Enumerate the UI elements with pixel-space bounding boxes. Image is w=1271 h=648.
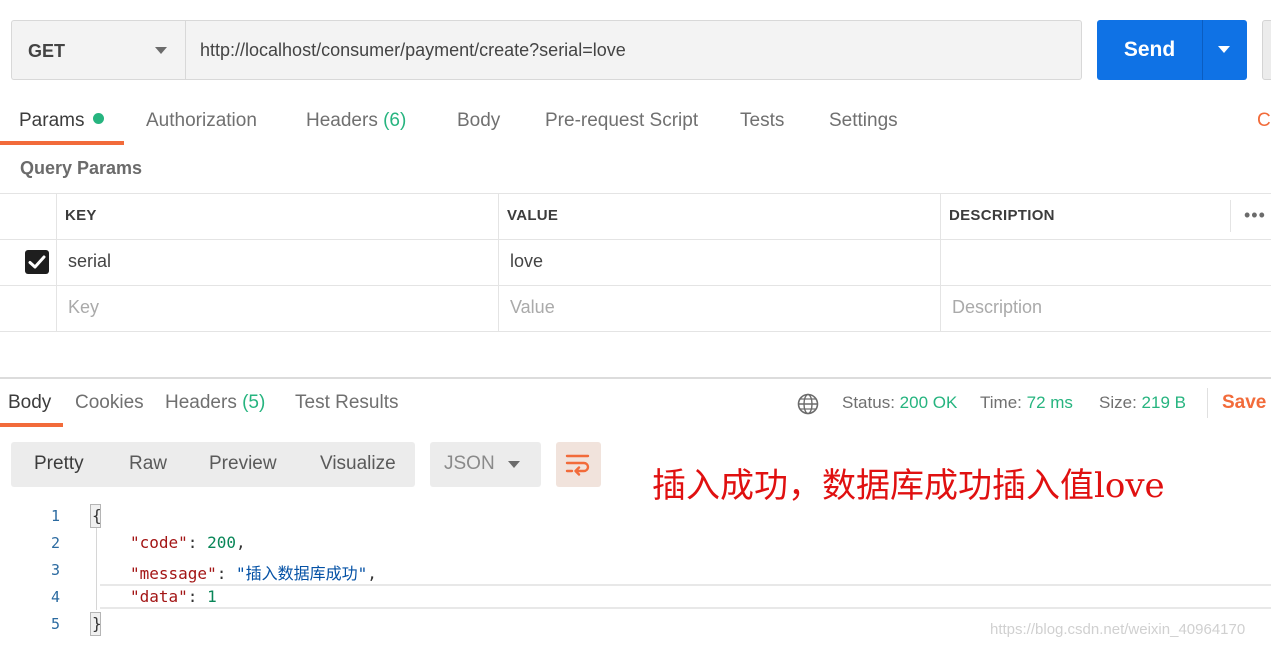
json-number: 1 xyxy=(207,587,217,606)
tab-headers-label: Headers xyxy=(306,110,378,131)
format-visualize[interactable]: Visualize xyxy=(320,453,396,475)
watermark: https://blog.csdn.net/weixin_40964170 xyxy=(990,621,1246,638)
method-select[interactable]: GET xyxy=(11,20,185,80)
code-line: "data": 1 xyxy=(130,587,217,606)
size-value: 219 B xyxy=(1141,393,1186,412)
new-description-input[interactable]: Description xyxy=(952,297,1042,318)
save-button-edge[interactable] xyxy=(1262,20,1271,80)
line-number: 4 xyxy=(50,588,60,606)
response-pane-divider[interactable] xyxy=(0,377,1271,379)
code-line: "code": 200, xyxy=(130,533,246,552)
line-number: 5 xyxy=(50,615,60,633)
time-label: Time: xyxy=(980,393,1022,412)
param-value-cell[interactable]: love xyxy=(510,251,543,272)
response-tab-cookies[interactable]: Cookies xyxy=(75,392,144,414)
line-number: 1 xyxy=(50,507,60,525)
url-text: http://localhost/consumer/payment/create… xyxy=(200,40,626,60)
table-divider xyxy=(0,285,1271,286)
send-options-button[interactable] xyxy=(1202,20,1247,80)
column-divider xyxy=(498,193,499,332)
response-status: Status: 200 OK xyxy=(842,393,957,413)
tab-settings[interactable]: Settings xyxy=(829,110,898,132)
new-value-input[interactable]: Value xyxy=(510,297,555,318)
json-string: "插入数据库成功" xyxy=(235,564,368,583)
annotation-text: 插入成功，数据库成功插入值love xyxy=(652,466,1165,506)
column-header-value: VALUE xyxy=(507,207,559,224)
tab-headers[interactable]: Headers (6) xyxy=(306,110,406,132)
code-line: "message": "插入数据库成功", xyxy=(130,564,377,583)
status-value: 200 OK xyxy=(899,393,958,412)
tab-tests[interactable]: Tests xyxy=(740,110,784,132)
meta-divider xyxy=(1207,388,1208,418)
checkmark-icon xyxy=(28,255,46,269)
format-pretty[interactable]: Pretty xyxy=(34,453,84,475)
column-header-key: KEY xyxy=(65,207,97,224)
tab-authorization[interactable]: Authorization xyxy=(146,110,257,132)
table-divider xyxy=(0,239,1271,240)
column-divider xyxy=(1230,200,1231,232)
send-button[interactable]: Send xyxy=(1097,20,1202,80)
table-divider xyxy=(0,331,1271,332)
column-divider xyxy=(940,193,941,332)
response-tab-headers[interactable]: Headers (5) xyxy=(165,392,265,414)
more-options-icon[interactable]: ••• xyxy=(1244,205,1266,226)
table-border-top xyxy=(0,193,1271,194)
line-number: 3 xyxy=(50,561,60,579)
response-tab-body[interactable]: Body xyxy=(8,392,51,414)
status-label: Status: xyxy=(842,393,895,412)
time-value: 72 ms xyxy=(1026,393,1073,412)
line-number: 2 xyxy=(50,534,60,552)
param-key-cell[interactable]: serial xyxy=(68,251,111,272)
active-tab-indicator xyxy=(0,141,124,145)
query-params-title: Query Params xyxy=(20,158,143,178)
response-time: Time: 72 ms xyxy=(980,393,1073,413)
response-headers-count: (5) xyxy=(242,392,266,413)
response-tab-headers-label: Headers xyxy=(165,392,237,413)
column-header-description: DESCRIPTION xyxy=(949,207,1055,224)
json-key: "message" xyxy=(130,564,217,583)
code-line: { xyxy=(92,506,102,525)
brace-open: { xyxy=(92,506,102,525)
response-tab-test-results[interactable]: Test Results xyxy=(295,392,398,414)
wrap-lines-icon xyxy=(565,454,590,476)
chevron-down-icon xyxy=(155,47,167,54)
code-line: } xyxy=(92,614,102,633)
active-dot-icon xyxy=(93,113,105,124)
url-input[interactable]: http://localhost/consumer/payment/create… xyxy=(185,20,1082,80)
new-key-input[interactable]: Key xyxy=(68,297,99,318)
tab-prerequest-script[interactable]: Pre-request Script xyxy=(545,110,698,132)
column-divider xyxy=(56,193,57,332)
tab-body[interactable]: Body xyxy=(457,110,500,132)
method-label: GET xyxy=(28,41,66,61)
active-response-tab-indicator xyxy=(0,423,63,427)
headers-count: (6) xyxy=(383,110,407,131)
cookies-link[interactable]: Co xyxy=(1257,110,1271,132)
param-enabled-checkbox[interactable] xyxy=(25,250,49,274)
json-key: "code" xyxy=(130,533,188,552)
save-response-button[interactable]: Save I xyxy=(1222,392,1271,414)
json-number: 200 xyxy=(207,533,236,552)
current-line-highlight xyxy=(100,584,1271,609)
indent-guide xyxy=(96,528,97,610)
globe-icon[interactable] xyxy=(796,392,820,421)
json-key: "data" xyxy=(130,587,188,606)
language-label: JSON xyxy=(444,453,495,474)
wrap-lines-button[interactable] xyxy=(556,442,601,487)
tab-params[interactable]: Params xyxy=(19,110,105,132)
format-raw[interactable]: Raw xyxy=(129,453,167,475)
tab-params-label: Params xyxy=(19,110,85,131)
brace-close: } xyxy=(92,614,102,633)
chevron-down-icon xyxy=(1218,46,1230,53)
size-label: Size: xyxy=(1099,393,1137,412)
response-size: Size: 219 B xyxy=(1099,393,1186,413)
format-preview[interactable]: Preview xyxy=(209,453,277,475)
chevron-down-icon xyxy=(508,461,520,468)
